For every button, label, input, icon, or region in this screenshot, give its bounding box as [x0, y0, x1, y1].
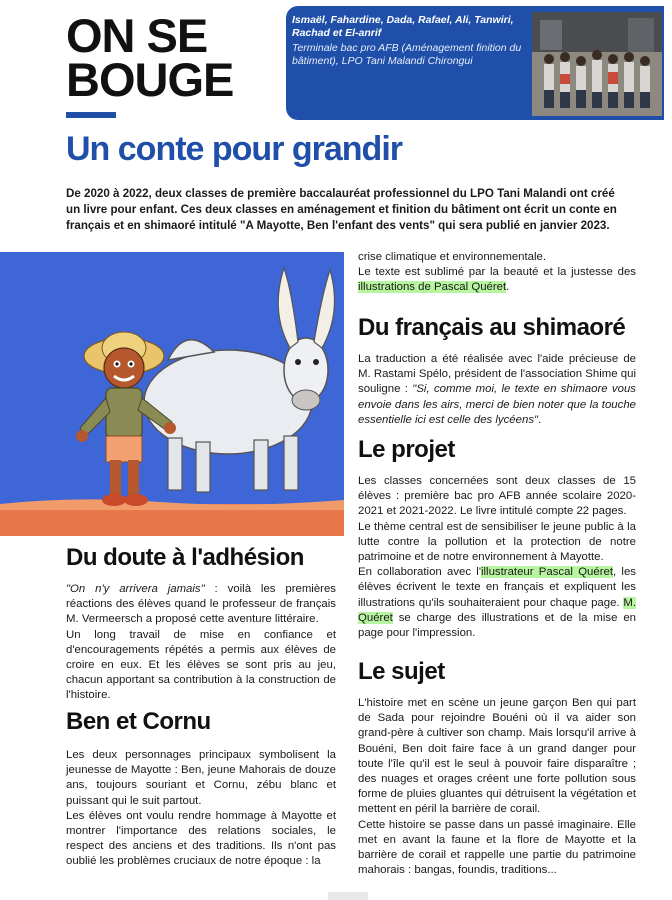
highlight-illustrateur: illustrateur Pascal Quéret: [481, 566, 614, 579]
section-title-shimaore: Du français au shimaoré: [358, 314, 626, 341]
class-group-photo: [532, 12, 662, 116]
continuation-text: crise climatique et environnementale. Le…: [358, 250, 636, 296]
section-doute: Du doute à l'adhésion "On n'y arrivera j…: [66, 544, 336, 704]
illustration-drawing: [0, 252, 344, 536]
group-photo-drawing: [532, 12, 662, 116]
doute-quote: "On n'y arrivera jamais": [66, 583, 205, 595]
sujet-paragraph-1: L'histoire met en scène un jeune garçon …: [358, 697, 636, 816]
section-title-projet: Le projet: [358, 436, 455, 463]
masthead-rule: [66, 112, 116, 118]
projet-paragraph-2: Le thème central est de sensibiliser le …: [358, 520, 636, 564]
section-shimaore: Du français au shimaoré La traduction a …: [358, 314, 636, 428]
shimaore-paragraph: La traduction a été réalisée avec l'aide…: [358, 352, 636, 428]
boy-and-zebu-illustration: [0, 252, 344, 536]
sujet-paragraph-2: Cette histoire se passe dans un passé im…: [358, 818, 636, 877]
credit-text: Ismaël, Fahardine, Dada, Rafael, Ali, Ta…: [292, 14, 528, 68]
continuation-line-2-text: Le texte est sublimé par la beauté et la…: [358, 266, 636, 279]
section-body-projet: Les classes concernées sont deux classes…: [358, 474, 636, 641]
section-body-ben: Les deux personnages principaux symbolis…: [66, 748, 336, 870]
credit-names: Ismaël, Fahardine, Dada, Rafael, Ali, Ta…: [292, 14, 514, 39]
section-title-sujet: Le sujet: [358, 658, 445, 685]
section-ben: Ben et Cornu Les deux personnages princi…: [66, 708, 336, 870]
doute-paragraph-2: Un long travail de mise en confiance et …: [66, 628, 336, 702]
article-intro: De 2020 à 2022, deux classes de première…: [66, 187, 617, 232]
section-body-doute: "On n'y arrivera jamais" : voilà les pre…: [66, 582, 336, 704]
section-sujet: Le sujet L'histoire met en scène un jeun…: [358, 658, 636, 878]
section-title-doute: Du doute à l'adhésion: [66, 544, 304, 571]
highlight-illustrations: illustrations de Pascal Quéret: [358, 281, 507, 294]
projet-p3-start: En collaboration avec l': [358, 566, 481, 579]
projet-p3-end: se charge des illustrations et de la mis…: [358, 611, 636, 640]
section-body-shimaore: La traduction a été réalisée avec l'aide…: [358, 352, 636, 428]
continuation-line-1: crise climatique et environnementale.: [358, 251, 547, 263]
article-headline: Un conte pour grandir: [66, 130, 403, 168]
doute-paragraph-1: "On n'y arrivera jamais" : voilà les pre…: [66, 582, 336, 628]
continuation-line-2: Le texte est sublimé par la beauté et la…: [358, 265, 636, 295]
section-projet: Le projet Les classes concernées sont de…: [358, 436, 636, 641]
masthead-line-1: ON SE: [66, 9, 208, 62]
ben-paragraph-1: Les deux personnages principaux symbolis…: [66, 749, 336, 807]
masthead-line-2: BOUGE: [66, 53, 234, 106]
ben-paragraph-2: Les élèves ont voulu rendre hommage à Ma…: [66, 809, 336, 868]
shimaore-end: .: [538, 413, 542, 426]
footer-mark: [328, 892, 368, 900]
projet-paragraph-3: En collaboration avec l'illustrateur Pas…: [358, 565, 636, 641]
masthead-title: ON SE BOUGE: [66, 9, 266, 106]
projet-paragraph-1: Les classes concernées sont deux classes…: [358, 475, 636, 518]
continuation-line-2-end: .: [506, 281, 510, 294]
credit-class: Terminale bac pro AFB (Aménagement finit…: [292, 42, 522, 67]
section-body-sujet: L'histoire met en scène un jeune garçon …: [358, 696, 636, 878]
section-title-ben: Ben et Cornu: [66, 708, 211, 735]
